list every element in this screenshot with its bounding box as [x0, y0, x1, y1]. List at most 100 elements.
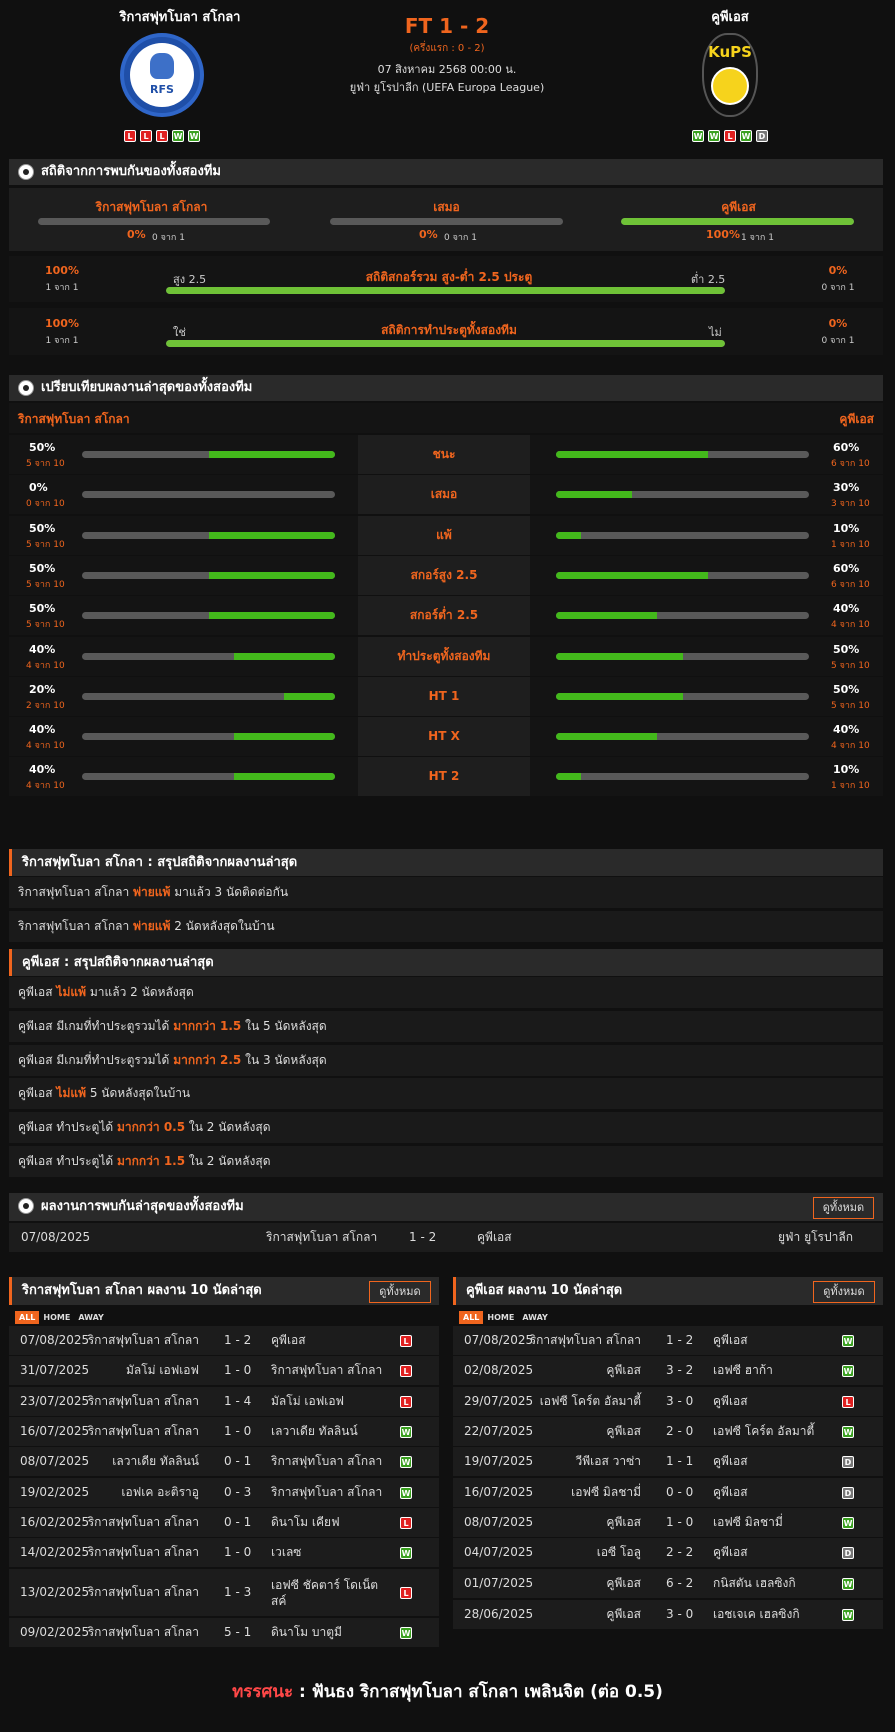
match-row[interactable]: 19/02/2025 เอฟเค อะติราอู 0 - 3 ริกาสฟุทโบล… [9, 1478, 439, 1507]
filter-tab-all[interactable]: ALL [15, 1311, 40, 1324]
compare-right-sub: 6 จาก 10 [831, 579, 870, 590]
match-row[interactable]: 19/07/2025 วีพีเอส วาซ่า 1 - 1 คูพีเอส D [453, 1447, 883, 1476]
away-team-logo[interactable]: KuPS [702, 33, 758, 117]
prediction-colon: : [299, 1682, 306, 1702]
compare-label: ทำประตูทั้งสองทีม [358, 636, 530, 676]
btts-right-pct: 0% [828, 317, 848, 330]
filter-tab-all[interactable]: ALL [459, 1311, 484, 1324]
result-badge: L [400, 1364, 412, 1377]
match-row[interactable]: 22/07/2025 คูพีเอส 2 - 0 เอฟซี โคร์ต อัลมาต… [453, 1417, 883, 1446]
compare-left-bar [82, 652, 335, 660]
form-badge: L [124, 130, 136, 142]
result-badge: W [400, 1486, 412, 1499]
compare-left-bar [82, 773, 335, 781]
compare-row: 50% 5 จาก 10 ชนะ 60% 6 จาก 10 [9, 435, 883, 474]
compare-left-fill [208, 531, 335, 539]
compare-label: HT 2 [358, 757, 530, 797]
btts-title: สถิติการทำประตูทั้งสองทีม [381, 323, 517, 337]
home-team-logo[interactable]: RFS [120, 33, 204, 117]
compare-row: 20% 2 จาก 10 HT 1 50% 5 จาก 10 [9, 676, 883, 716]
match-row[interactable]: 08/07/2025 คูพีเอส 1 - 0 เอฟซี มิลชามี่ W [453, 1508, 883, 1537]
h2h-draw-sub: 0 จาก 1 [444, 233, 477, 243]
h2h-away-bar [621, 218, 854, 225]
half-time-score: (ครึ่งแรก : 0 - 2) [409, 43, 485, 54]
summary-row: คูพีเอส ไม่แพ้ 5 นัดหลังสุดในบ้าน [9, 1078, 883, 1110]
match-row[interactable]: 16/07/2025 เอฟซี มิลชามี่ 0 - 0 คูพีเอส D [453, 1478, 883, 1507]
compare-left-bar [82, 571, 335, 579]
compare-left-sub: 5 จาก 10 [26, 539, 65, 550]
compare-label: HT 1 [358, 676, 530, 716]
result-badge: W [842, 1516, 854, 1529]
compare-right-pct: 40% [833, 602, 860, 616]
football-icon [18, 164, 34, 180]
compare-right-bar [556, 652, 809, 660]
match-row[interactable]: 23/07/2025 ริกาสฟุทโบลา สโกลา 1 - 4 มัลโม่ … [9, 1387, 439, 1416]
compare-row: 0% 0 จาก 10 เสมอ 30% 3 จาก 10 [9, 475, 883, 515]
h2h-away-pct: 100% [706, 228, 740, 241]
compare-right-fill [556, 491, 632, 499]
compare-right-pct: 10% [833, 763, 860, 777]
result-badge: W [842, 1364, 854, 1377]
compare-left-sub: 0 จาก 10 [26, 499, 65, 510]
btts-right-label: ไม่ [709, 326, 722, 339]
result-badge: W [400, 1626, 412, 1639]
match-row[interactable]: 04/07/2025 เอซี โอลู 2 - 2 คูพีเอส D [453, 1538, 883, 1567]
filter-tab-away[interactable]: AWAY [518, 1311, 552, 1324]
result-badge: W [400, 1425, 412, 1438]
compare-left-fill [284, 692, 335, 700]
match-row[interactable]: 08/07/2025 เลวาเดีย ทัลลินน์ 0 - 1 ริกาสฟุท… [9, 1447, 439, 1476]
compare-right-bar [556, 491, 809, 499]
prediction: ทรรศนะ : ฟันธง ริกาสฟุทโบลา สโกลา เพลินจ… [0, 1678, 895, 1705]
match-row[interactable]: 16/07/2025 ริกาสฟุทโบลา สโกลา 1 - 0 เลวาเดี… [9, 1417, 439, 1446]
match-row[interactable]: 07/08/2025 ริกาสฟุทโบลา สโกลา 1 - 2 คูพีเอส… [9, 1326, 439, 1355]
form-badge: W [692, 130, 704, 142]
compare-home-label: ริกาสฟุทโบลา สโกลา [18, 412, 130, 426]
match-row[interactable]: 09/02/2025 ริกาสฟุทโบลา สโกลา 5 - 1 ดินาโม … [9, 1618, 439, 1647]
filter-tab-home[interactable]: HOME [483, 1311, 518, 1324]
page: ริกาสฟุทโบลา สโกลา RFS LLLWW FT 1 - 2 (ค… [0, 0, 895, 1732]
result-badge: L [842, 1395, 854, 1408]
compare-right-sub: 4 จาก 10 [831, 741, 870, 752]
match-row[interactable]: 14/02/2025 ริกาสฟุทโบลา สโกลา 1 - 0 เวเลซ W [9, 1538, 439, 1567]
btts-right-sub: 0 จาก 1 [821, 336, 855, 346]
summary-row: ริกาสฟุทโบลา สโกลา พ่ายแพ้ มาแล้ว 3 นัดต… [9, 877, 883, 908]
match-row[interactable]: 02/08/2025 คูพีเอส 3 - 2 เอฟซี ฮาก้า W [453, 1356, 883, 1385]
home-last10-view-all-button[interactable]: ดูทั้งหมด [369, 1281, 431, 1303]
filter-tab-home[interactable]: HOME [39, 1311, 74, 1324]
compare-right-sub: 6 จาก 10 [831, 459, 870, 469]
final-score: FT 1 - 2 [404, 14, 490, 38]
match-row[interactable]: 28/06/2025 คูพีเอส 3 - 0 เอชเจเค เฮลซิงกิ W [453, 1600, 883, 1629]
match-row[interactable]: 29/07/2025 เอฟซี โคร์ต อัลมาตี้ 3 - 0 คูพีเ… [453, 1387, 883, 1416]
compare-left-pct: 50% [29, 602, 56, 616]
form-badge: W [188, 130, 200, 142]
league-name[interactable]: ยูฟ่า ยูโรปาลีก (UEFA Europa League) [297, 78, 597, 96]
h2h-draw-label: เสมอ [433, 200, 460, 214]
filter-tab-away[interactable]: AWAY [74, 1311, 108, 1324]
match-row[interactable]: 07/08/2025 ริกาสฟุทโบลา สโกลา 1 - 2 คูพีเอส… [453, 1326, 883, 1355]
compare-right-bar [556, 612, 809, 620]
match-row[interactable]: 31/07/2025 มัลโม่ เอฟเอฟ 1 - 0 ริกาสฟุทโบลา… [9, 1356, 439, 1385]
compare-row: 40% 4 จาก 10 ทำประตูทั้งสองทีม 50% 5 จาก 10 [9, 636, 883, 676]
match-row[interactable]: 13/02/2025 ริกาสฟุทโบลา สโกลา 1 - 3 เอฟซี ช… [9, 1569, 439, 1616]
football-icon [18, 1198, 34, 1214]
compare-right-fill [556, 733, 658, 741]
h2h-view-all-button[interactable]: ดูทั้งหมด [813, 1197, 874, 1219]
match-date: 07 สิงหาคม 2568 00:00 น. [377, 63, 517, 76]
compare-right-fill [556, 571, 708, 579]
compare-label: แพ้ [358, 515, 530, 555]
h2h-results-header: ผลงานการพบกันล่าสุดของทั้งสองทีม [9, 1193, 883, 1221]
away-last10-view-all-button[interactable]: ดูทั้งหมด [813, 1281, 875, 1303]
compare-right-bar [556, 773, 809, 781]
match-row[interactable]: 01/07/2025 คูพีเอส 6 - 2 กนิสตัน เฮลซิงกิ W [453, 1569, 883, 1598]
match-row[interactable]: 16/02/2025 ริกาสฟุทโบลา สโกลา 0 - 1 ดินาโม … [9, 1508, 439, 1537]
ou-bar [166, 287, 725, 294]
compare-left-fill [233, 652, 335, 660]
form-badge: W [172, 130, 184, 142]
h2h-result-row[interactable]: 07/08/2025 ริกาสฟุทโบลา สโกลา 1 - 2 คูพี… [9, 1223, 883, 1252]
compare-left-sub: 5 จาก 10 [26, 459, 65, 469]
btts-left-pct: 100% [45, 317, 79, 330]
compare-right-fill [556, 451, 708, 458]
compare-right-pct: 60% [833, 561, 860, 575]
result-badge: W [400, 1455, 412, 1468]
compare-left-sub: 4 จาก 10 [26, 741, 65, 752]
